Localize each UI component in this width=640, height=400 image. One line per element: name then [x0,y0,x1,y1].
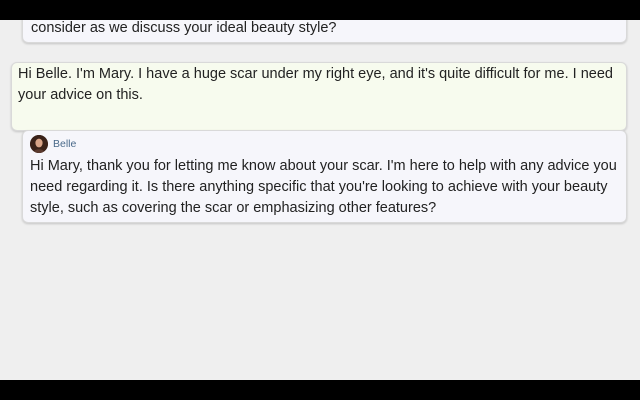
assistant-message: consider as we discuss your ideal beauty… [22,20,627,43]
message-text: Hi Belle. I'm Mary. I have a huge scar u… [18,66,613,103]
user-message: Hi Belle. I'm Mary. I have a huge scar u… [11,62,627,131]
avatar-icon[interactable] [30,135,48,153]
message-header: Belle [30,135,618,153]
chat-view[interactable]: consider as we discuss your ideal beauty… [0,20,640,380]
message-text: Hi Mary, thank you for letting me know a… [30,158,617,216]
letterbox-top [0,0,640,20]
message-text: consider as we discuss your ideal beauty… [31,20,337,36]
sender-name: Belle [53,137,77,150]
letterbox-bottom [0,380,640,400]
assistant-message: Belle Hi Mary, thank you for letting me … [22,130,627,223]
